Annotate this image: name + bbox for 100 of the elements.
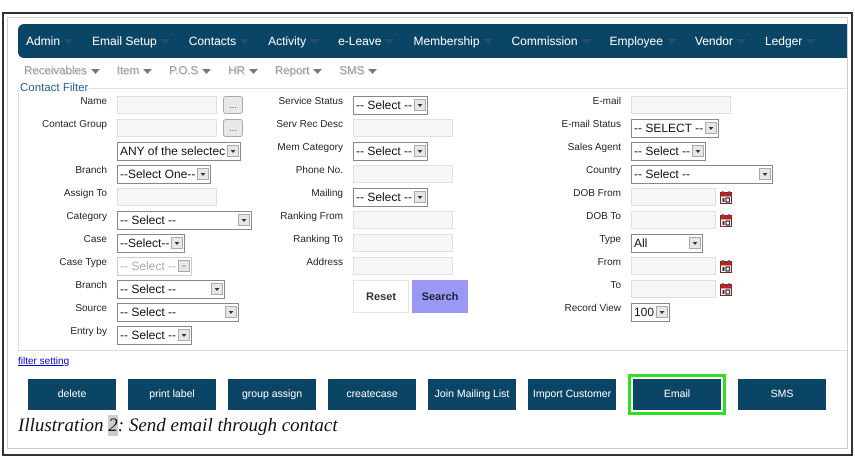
reset-button[interactable]: Reset bbox=[353, 280, 409, 313]
field-label: Ranking To bbox=[293, 234, 343, 245]
field-label: Phone No. bbox=[296, 165, 343, 176]
caret-icon bbox=[143, 68, 152, 74]
calendar-icon bbox=[720, 282, 732, 296]
field-label: Record View bbox=[564, 303, 621, 314]
input-field[interactable] bbox=[117, 96, 217, 114]
menu-item[interactable]: Ledger bbox=[764, 34, 816, 48]
search-button[interactable]: Search bbox=[412, 280, 468, 313]
field-label: Mem Category bbox=[277, 142, 343, 153]
dropdown[interactable]: -- Select -- bbox=[117, 326, 192, 344]
caret-icon bbox=[310, 38, 320, 44]
caret-icon bbox=[736, 38, 746, 44]
field-label: Entry by bbox=[70, 326, 107, 337]
field-label: Service Status bbox=[278, 96, 343, 107]
field-label: Mailing bbox=[311, 188, 343, 199]
action-button[interactable]: createcase bbox=[328, 378, 416, 410]
input-field[interactable] bbox=[117, 119, 217, 137]
action-button[interactable]: group assign bbox=[228, 378, 316, 410]
dropdown[interactable]: --Select One-- bbox=[117, 164, 212, 184]
caret-icon bbox=[90, 68, 100, 74]
menu-item[interactable]: Vendor bbox=[694, 34, 746, 48]
field-label: Category bbox=[66, 211, 107, 222]
lookup-button[interactable]: ... bbox=[223, 119, 243, 137]
menu-item[interactable]: Membership bbox=[413, 34, 492, 48]
menu-item[interactable]: Employee bbox=[610, 34, 676, 48]
filter-setting-link[interactable]: filter setting bbox=[18, 356, 70, 367]
field-label: DOB To bbox=[586, 211, 621, 222]
action-button[interactable]: delete bbox=[28, 378, 116, 410]
dropdown[interactable]: -- Select -- bbox=[353, 142, 428, 160]
dropdown[interactable]: -- Select -- bbox=[117, 280, 226, 298]
field-label: Case bbox=[84, 234, 107, 245]
action-button[interactable]: Join Mailing List bbox=[428, 378, 516, 410]
calendar-icon bbox=[720, 190, 732, 204]
caret-icon bbox=[313, 68, 322, 74]
dropdown[interactable]: -- SELECT -- bbox=[631, 118, 720, 138]
caret-icon bbox=[484, 38, 492, 44]
caret-icon bbox=[202, 68, 212, 74]
action-button[interactable]: print label bbox=[128, 378, 216, 410]
action-button[interactable]: SMS bbox=[738, 378, 826, 410]
menu-item[interactable]: Activity bbox=[268, 34, 320, 48]
field-label: Source bbox=[75, 303, 107, 314]
menu-item[interactable]: Admin bbox=[26, 34, 74, 48]
date-field[interactable] bbox=[631, 211, 716, 229]
action-button[interactable]: Import Customer bbox=[528, 378, 616, 410]
dropdown[interactable]: -- Select -- bbox=[631, 142, 706, 160]
field-label: From bbox=[598, 257, 621, 268]
calendar-icon bbox=[720, 260, 732, 272]
field-label: To bbox=[610, 280, 621, 291]
caret-icon bbox=[160, 38, 170, 44]
input-field[interactable] bbox=[631, 96, 731, 114]
field-label: E-mail Status bbox=[562, 119, 621, 130]
date-field[interactable] bbox=[631, 257, 716, 275]
date-field[interactable] bbox=[631, 188, 716, 206]
date-field[interactable] bbox=[631, 280, 716, 298]
input-field[interactable] bbox=[353, 211, 453, 229]
field-label: Name bbox=[80, 96, 107, 107]
field-label: Contact Group bbox=[42, 119, 107, 130]
field-label: Assign To bbox=[64, 188, 107, 199]
field-label: Country bbox=[586, 165, 621, 176]
caret-icon bbox=[385, 38, 394, 44]
calendar-icon bbox=[720, 214, 732, 226]
dropdown[interactable]: --Select-- bbox=[117, 234, 186, 252]
field-label: DOB From bbox=[573, 188, 621, 199]
input-field[interactable] bbox=[353, 119, 453, 137]
menu-item[interactable]: Contacts bbox=[188, 34, 250, 48]
field-label: Case Type bbox=[59, 257, 107, 268]
dropdown[interactable]: -- Select -- bbox=[117, 302, 239, 322]
field-label: E-mail bbox=[592, 96, 621, 107]
dropdown[interactable]: ANY of the selectec bbox=[117, 142, 242, 160]
panel-title: Contact Filter bbox=[19, 82, 90, 94]
input-field[interactable] bbox=[117, 188, 217, 206]
caret-icon bbox=[248, 68, 258, 74]
caret-icon bbox=[582, 38, 591, 44]
field-label: Address bbox=[306, 257, 343, 268]
caption: Illustration 2: Send email through contact bbox=[18, 415, 339, 437]
dropdown[interactable]: 100 bbox=[631, 302, 670, 322]
lookup-button[interactable]: ... bbox=[223, 96, 243, 114]
dropdown[interactable]: -- Select -- bbox=[353, 188, 428, 206]
input-field[interactable] bbox=[353, 257, 453, 275]
dropdown[interactable]: -- Select -- bbox=[117, 210, 252, 230]
field-label: Branch bbox=[75, 280, 107, 291]
dropdown[interactable]: -- Select -- bbox=[353, 96, 428, 114]
input-field[interactable] bbox=[353, 234, 453, 252]
menu-item[interactable]: Commission bbox=[512, 34, 591, 48]
caret-icon bbox=[666, 38, 676, 44]
action-button[interactable]: Email bbox=[628, 374, 726, 414]
caret-icon bbox=[368, 68, 378, 74]
menu-item[interactable]: Email Setup bbox=[92, 34, 170, 48]
field-label: Branch bbox=[75, 165, 107, 176]
caret-icon bbox=[64, 38, 74, 44]
input-field[interactable] bbox=[353, 165, 453, 183]
dropdown[interactable]: All bbox=[631, 234, 704, 252]
caret-icon bbox=[806, 38, 816, 44]
field-label: Ranking From bbox=[280, 211, 343, 222]
field-label: Serv Rec Desc bbox=[276, 119, 343, 130]
caret-icon bbox=[240, 38, 250, 44]
field-label: Type bbox=[599, 234, 621, 245]
menu-item[interactable]: e-Leave bbox=[338, 34, 394, 48]
dropdown[interactable]: -- Select -- bbox=[631, 164, 773, 184]
